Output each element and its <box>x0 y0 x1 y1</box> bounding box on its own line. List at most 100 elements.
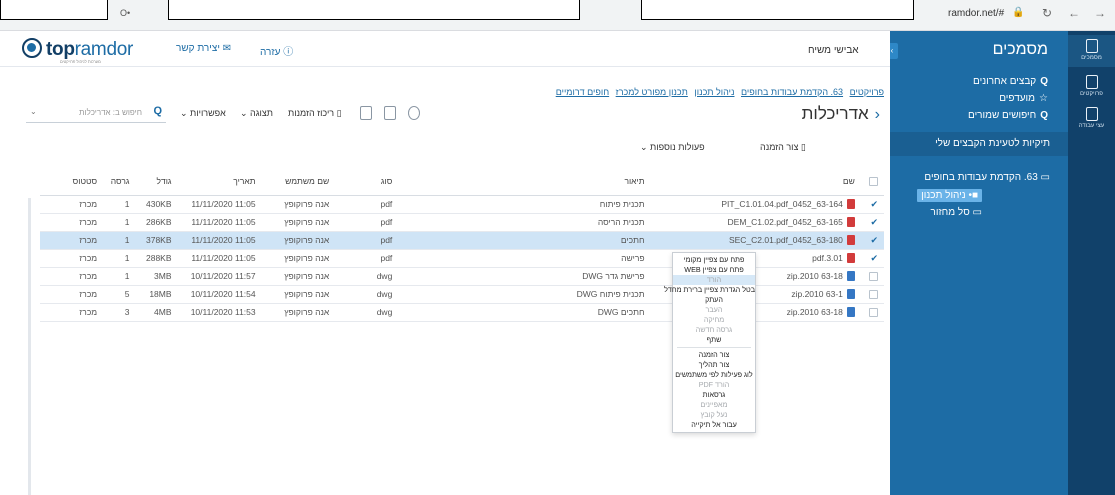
column-type[interactable]: סוג <box>335 168 399 196</box>
row-checkbox[interactable]: ✔ <box>860 249 884 268</box>
extension-icon[interactable]: O• <box>120 8 130 18</box>
tree-item-project-63[interactable]: ▭ 63. הקדמת עבודות בחופים <box>924 172 1050 183</box>
forward-icon[interactable]: → <box>1094 6 1106 20</box>
mail-icon[interactable] <box>360 106 372 120</box>
context-menu-item[interactable]: העתק <box>673 295 755 305</box>
cell-date: 11:54 10/11/2020 <box>177 285 262 304</box>
view-menu[interactable]: ⌄ תצוגה <box>240 108 273 119</box>
browser-toolbar: O• ramdor.net/# 🔒 ↻ ← → <box>0 0 1115 31</box>
column-date[interactable]: תאריך <box>177 168 262 196</box>
tree-item-planning[interactable]: ■• ניהול תכנון <box>917 189 982 202</box>
nav-link-saved-searches[interactable]: Qחיפושים שמורים <box>968 110 1048 121</box>
nav-link-recent[interactable]: Qקבצים אחרונים <box>973 76 1048 87</box>
reload-icon[interactable]: ↻ <box>1042 6 1052 20</box>
table-row[interactable]: ✔ 63-165_0452_DEM_C1.02.pdf תכנית הריסה pdf… <box>40 213 884 232</box>
breadcrumb-item[interactable]: 63. הקדמת עבודות בחופים <box>741 87 843 97</box>
more-actions-menu[interactable]: ⌄ פעולות נוספות <box>640 142 705 153</box>
breadcrumb-item[interactable]: ניהול תכנון <box>694 87 734 97</box>
column-size[interactable]: גודל <box>135 168 178 196</box>
browser-tab[interactable] <box>0 0 108 20</box>
mail-icon: ✉ <box>222 43 232 54</box>
table-row[interactable]: 63-18 2010.zip חתכים DWG dwg אנה פרוקופץ 11:… <box>40 303 884 322</box>
module-rail: מסמכים פרויקטים עצי עבודה <box>1068 31 1115 495</box>
rail-projects[interactable]: פרויקטים <box>1068 75 1115 97</box>
cell-user: אנה פרוקופץ <box>261 267 336 286</box>
context-menu-item[interactable]: פתח עם צפיין WEB <box>673 265 755 275</box>
select-all-checkbox[interactable] <box>860 168 884 196</box>
folder-icon: ▭ <box>1037 172 1050 183</box>
app-logo[interactable]: topramdor <box>22 38 133 61</box>
row-checkbox[interactable] <box>860 285 884 304</box>
context-menu-item[interactable]: לוג פעילות לפי משתמשים <box>673 370 755 380</box>
context-menu-item[interactable]: עבור אל תיקייה <box>673 420 755 430</box>
column-version[interactable]: גרסה <box>103 168 136 196</box>
dwg-file-icon <box>846 271 855 282</box>
cell-version: 1 <box>103 195 136 214</box>
chevron-right-icon[interactable]: › <box>875 106 880 123</box>
share-icon[interactable] <box>408 106 420 120</box>
address-bar[interactable]: ramdor.net/# <box>948 8 1004 19</box>
cell-name[interactable]: 63-165_0452_DEM_C1.02.pdf <box>650 213 861 232</box>
context-menu-item[interactable]: בטל הגדרת צפיין ברירת מחדל <box>664 285 755 295</box>
cell-status: מכרז <box>40 249 104 268</box>
browser-tab[interactable] <box>641 0 914 20</box>
table-row[interactable]: ✔ 63-164_0452_PIT_C1.01.04.pdf תכנית פיתוח… <box>40 195 884 214</box>
chevron-down-icon[interactable]: ⌄ <box>30 107 37 116</box>
options-menu[interactable]: ⌄ אפשרויות <box>180 108 226 119</box>
tree-item-recycle-bin[interactable]: ▭ סל מחזור <box>931 207 983 218</box>
upload-folders-section[interactable]: תיקיות לטעינת הקבצים שלי <box>890 132 1068 156</box>
context-menu: פתח עם צפיין מקומי פתח עם צפיין WEB הורד בט… <box>664 252 756 433</box>
column-description[interactable]: תיאור <box>398 168 651 196</box>
row-checkbox[interactable] <box>860 267 884 286</box>
cell-user: אנה פרוקופץ <box>261 303 336 322</box>
cell-version: 3 <box>103 303 136 322</box>
help-link[interactable]: עזרה ⓘ <box>260 43 293 58</box>
search-input[interactable]: ⌄ חיפוש ב: אדריכלות Q <box>26 105 166 123</box>
cell-description: תכנית פיתוח <box>398 195 651 214</box>
row-checkbox[interactable] <box>860 303 884 322</box>
cell-name[interactable]: 63-164_0452_PIT_C1.01.04.pdf <box>650 195 861 214</box>
table-row[interactable]: 63-18 2010.zip פרישת גדר DWG dwg אנה פרוקופ… <box>40 267 884 286</box>
table-row[interactable]: 63-1 2010.zip תכנית פיתוח DWG dwg אנה פרוקו… <box>40 285 884 304</box>
context-menu-item[interactable]: צור תהליך <box>673 360 755 370</box>
row-checkbox[interactable]: ✔ <box>860 195 884 214</box>
context-menu-item[interactable]: פתח עם צפיין מקומי <box>673 255 755 265</box>
context-menu-item[interactable]: שתף <box>673 335 755 345</box>
browser-tab[interactable] <box>168 0 580 20</box>
document-icon: ▯ <box>800 142 806 152</box>
search-icon: Q <box>153 105 162 117</box>
context-menu-item[interactable]: צור הזמנה <box>673 350 755 360</box>
breadcrumb-item[interactable]: חופים דרומיים <box>556 87 609 97</box>
cell-status: מכרז <box>40 213 104 232</box>
breadcrumb-item[interactable]: פרויקטים <box>850 87 884 97</box>
column-user[interactable]: שם משתמש <box>261 168 336 196</box>
cell-name[interactable]: 63-180_0452_SEC_C2.01.pdf <box>650 231 861 250</box>
rail-worktrees[interactable]: עצי עבודה <box>1068 107 1115 129</box>
cell-date: 11:05 11/11/2020 <box>177 213 262 232</box>
scrollbar[interactable] <box>28 198 31 495</box>
create-order-button[interactable]: צור הזמנה ▯ <box>760 142 806 153</box>
cell-status: מכרז <box>40 231 104 250</box>
column-status[interactable]: סטטוס <box>40 168 104 196</box>
order-basket-button[interactable]: ריכוז הזמנות ▯ <box>288 108 342 119</box>
documents-table: שם תיאור סוג שם משתמש תאריך גודל גרסה סט… <box>40 168 884 322</box>
cell-version: 1 <box>103 267 136 286</box>
chevron-down-icon: ⌄ <box>180 108 191 118</box>
cell-type: pdf <box>335 231 399 250</box>
table-row[interactable]: ✔ 3.01.pdf פרישה pdf אנה פרוקופץ 11:05 11/11/… <box>40 249 884 268</box>
row-checkbox[interactable]: ✔ <box>860 231 884 250</box>
lock-icon[interactable]: 🔒 <box>1012 7 1024 18</box>
context-menu-item[interactable]: גרסאות <box>673 390 755 400</box>
back-icon[interactable]: ← <box>1068 6 1080 20</box>
column-name[interactable]: שם <box>650 168 861 196</box>
row-checkbox[interactable]: ✔ <box>860 213 884 232</box>
breadcrumb-item[interactable]: תכנון מפורט למכרז <box>616 87 688 97</box>
table-row[interactable]: ✔ 63-180_0452_SEC_C2.01.pdf חתכים pdf אנה פר… <box>40 231 884 250</box>
contact-link[interactable]: יצירת קשר ✉ <box>176 43 231 54</box>
cell-date: 11:05 11/11/2020 <box>177 231 262 250</box>
table-header-row: שם תיאור סוג שם משתמש תאריך גודל גרסה סט… <box>40 168 884 196</box>
user-name[interactable]: אבישי משיח <box>808 45 859 56</box>
nav-link-favorites[interactable]: ☆מועדפים <box>999 93 1048 104</box>
rail-documents[interactable]: מסמכים <box>1068 35 1115 67</box>
trash-icon[interactable] <box>384 106 396 120</box>
